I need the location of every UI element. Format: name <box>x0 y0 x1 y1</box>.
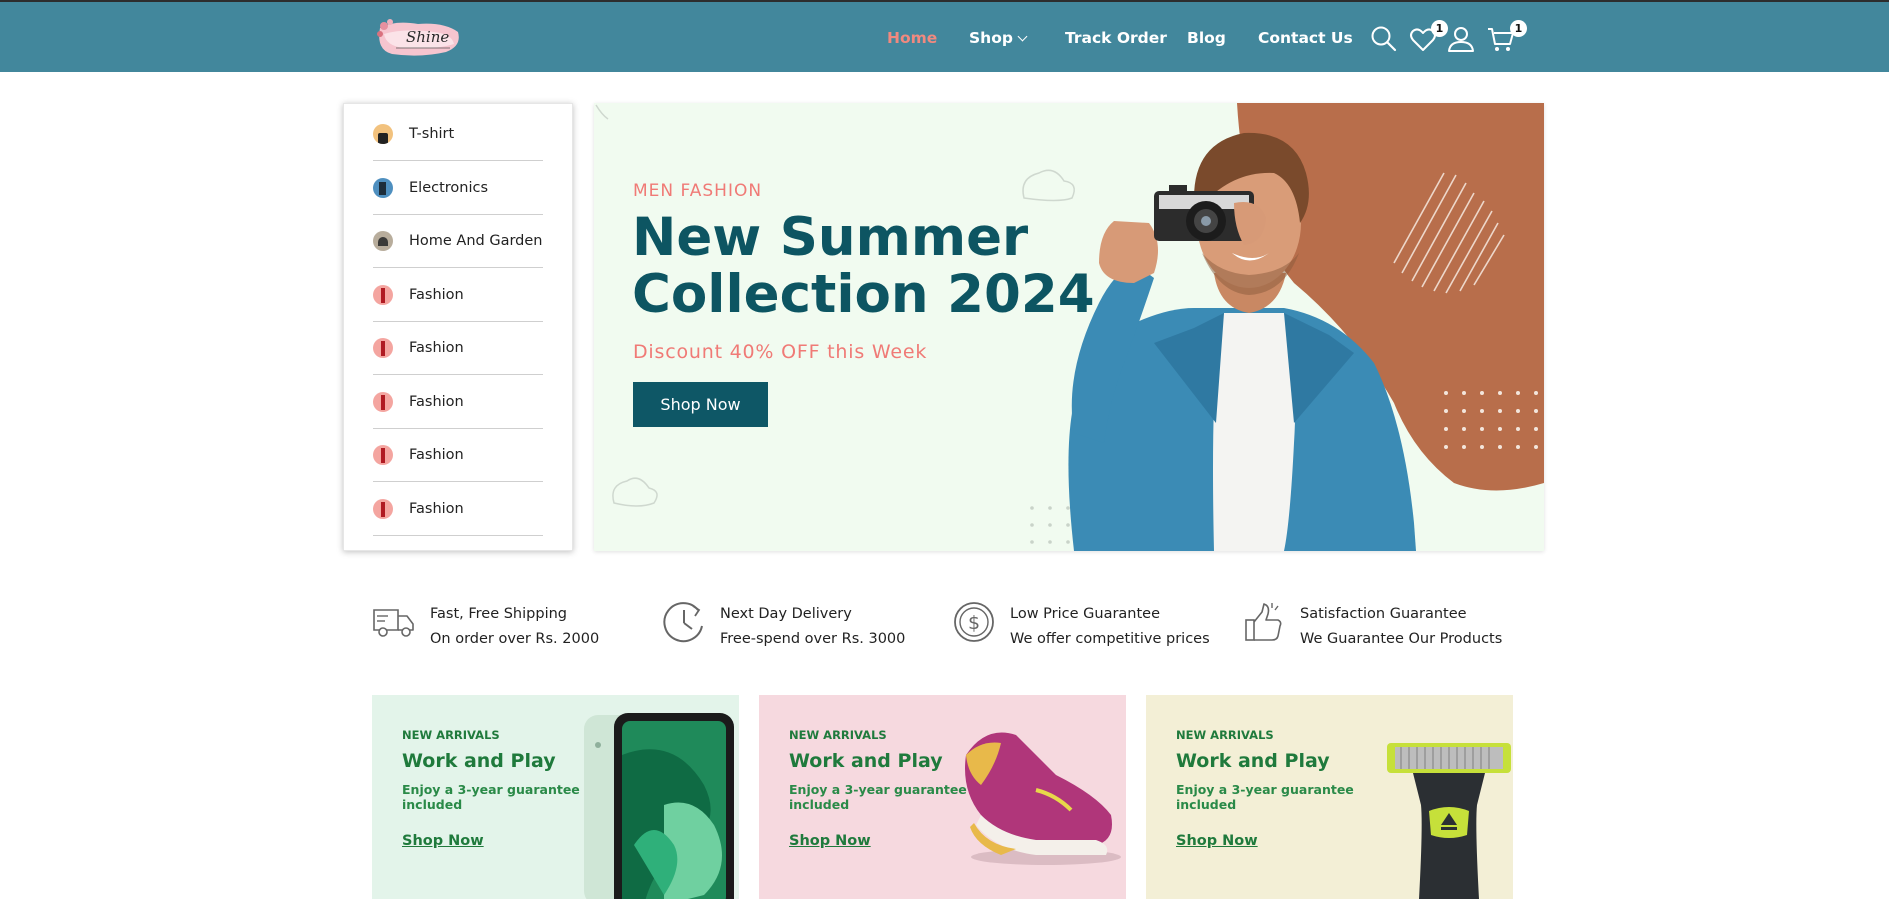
top-navigation-bar: Shine Home Shop Track Order Blog Contact… <box>0 0 1889 72</box>
feature-subtitle: Free-spend over Rs. 3000 <box>720 631 906 647</box>
feature-subtitle: On order over Rs. 2000 <box>430 631 600 647</box>
thumbs-up-icon <box>1245 603 1282 641</box>
promo-kicker: NEW ARRIVALS <box>402 728 500 742</box>
promo-title: Work and Play <box>402 750 556 772</box>
category-item-electronics[interactable]: Electronics <box>373 161 543 215</box>
feature-subtitle: We offer competitive prices <box>1010 631 1210 647</box>
nav-contact-us[interactable]: Contact Us <box>1258 29 1353 47</box>
feature-title: Low Price Guarantee <box>1010 606 1161 622</box>
dollar-icon: $ <box>954 602 994 642</box>
lipstick-thumb-icon <box>373 444 393 465</box>
category-label: Fashion <box>409 286 464 303</box>
category-item-fashion[interactable]: Fashion <box>373 375 543 429</box>
hero-model-image <box>595 103 1544 551</box>
promo-title: Work and Play <box>789 750 943 772</box>
user-icon[interactable] <box>1446 24 1476 54</box>
lipstick-thumb-icon <box>373 391 393 412</box>
hero-banner: MEN FASHION New Summer Collection 2024 D… <box>594 103 1544 551</box>
tshirt-thumb-icon <box>373 123 393 144</box>
nav-home[interactable]: Home <box>887 29 937 47</box>
svg-text:$: $ <box>968 612 980 634</box>
svg-text:Shine: Shine <box>406 28 449 46</box>
promo-kicker: NEW ARRIVALS <box>1176 728 1274 742</box>
category-label: Home And Garden <box>409 232 543 249</box>
category-label: T-shirt <box>409 125 455 142</box>
promo-kicker: NEW ARRIVALS <box>789 728 887 742</box>
hero-title: New Summer Collection 2024 <box>632 207 1095 325</box>
category-item-home-and-garden[interactable]: Home And Garden <box>373 214 543 268</box>
category-item-fashion[interactable]: Fashion <box>373 428 543 482</box>
hero-kicker: MEN FASHION <box>633 181 763 201</box>
tablet-image <box>584 713 734 899</box>
nav-track-order[interactable]: Track Order <box>1065 29 1167 47</box>
promo-subtitle: Enjoy a 3-year guarantee included <box>402 782 580 812</box>
category-item-tshirt[interactable]: T-shirt <box>373 107 543 161</box>
category-item-fashion[interactable]: Fashion <box>373 321 543 375</box>
promo-shop-now-link[interactable]: Shop Now <box>789 833 871 849</box>
cart-count-badge: 1 <box>1510 20 1527 37</box>
search-icon[interactable] <box>1369 24 1399 54</box>
feature-subtitle: We Guarantee Our Products <box>1300 631 1503 647</box>
category-label: Fashion <box>409 339 464 356</box>
promo-card-tablet[interactable]: NEW ARRIVALS Work and Play Enjoy a 3-yea… <box>372 695 739 899</box>
truck-icon <box>373 609 414 637</box>
category-sidebar: T-shirt Electronics Home And Garden Fash… <box>343 103 573 551</box>
category-label: Fashion <box>409 500 464 517</box>
feature-title: Next Day Delivery <box>720 606 852 622</box>
lipstick-thumb-icon <box>373 284 393 305</box>
promo-shop-now-link[interactable]: Shop Now <box>402 833 484 849</box>
chevron-down-icon <box>1017 31 1028 42</box>
hero-shop-now-button[interactable]: Shop Now <box>633 382 768 427</box>
category-label: Electronics <box>409 179 489 196</box>
feature-title: Fast, Free Shipping <box>430 606 567 622</box>
lipstick-thumb-icon <box>373 498 393 519</box>
nav-blog[interactable]: Blog <box>1187 29 1226 47</box>
promo-card-trimmer[interactable]: NEW ARRIVALS Work and Play Enjoy a 3-yea… <box>1146 695 1513 899</box>
promo-shop-now-link[interactable]: Shop Now <box>1176 833 1258 849</box>
lipstick-thumb-icon <box>373 337 393 358</box>
category-label: Fashion <box>409 446 464 463</box>
electronics-thumb-icon <box>373 177 393 198</box>
promo-subtitle: Enjoy a 3-year guarantee included <box>789 782 967 812</box>
hero-discount-text: Discount 40% OFF this Week <box>633 341 928 363</box>
category-label: Fashion <box>409 393 464 410</box>
category-item-fashion[interactable]: Fashion <box>373 482 543 536</box>
nav-shop[interactable]: Shop <box>969 29 1028 47</box>
trimmer-image <box>1387 743 1511 899</box>
shine-logo[interactable]: Shine <box>374 14 462 58</box>
category-item-fashion[interactable]: Fashion <box>373 268 543 322</box>
nav-shop-label: Shop <box>969 29 1013 47</box>
promo-card-shoe[interactable]: NEW ARRIVALS Work and Play Enjoy a 3-yea… <box>759 695 1126 899</box>
feature-title: Satisfaction Guarantee <box>1300 606 1467 622</box>
clock-icon <box>663 602 703 643</box>
promo-title: Work and Play <box>1176 750 1330 772</box>
promo-subtitle: Enjoy a 3-year guarantee included <box>1176 782 1354 812</box>
home-garden-thumb-icon <box>373 230 393 251</box>
